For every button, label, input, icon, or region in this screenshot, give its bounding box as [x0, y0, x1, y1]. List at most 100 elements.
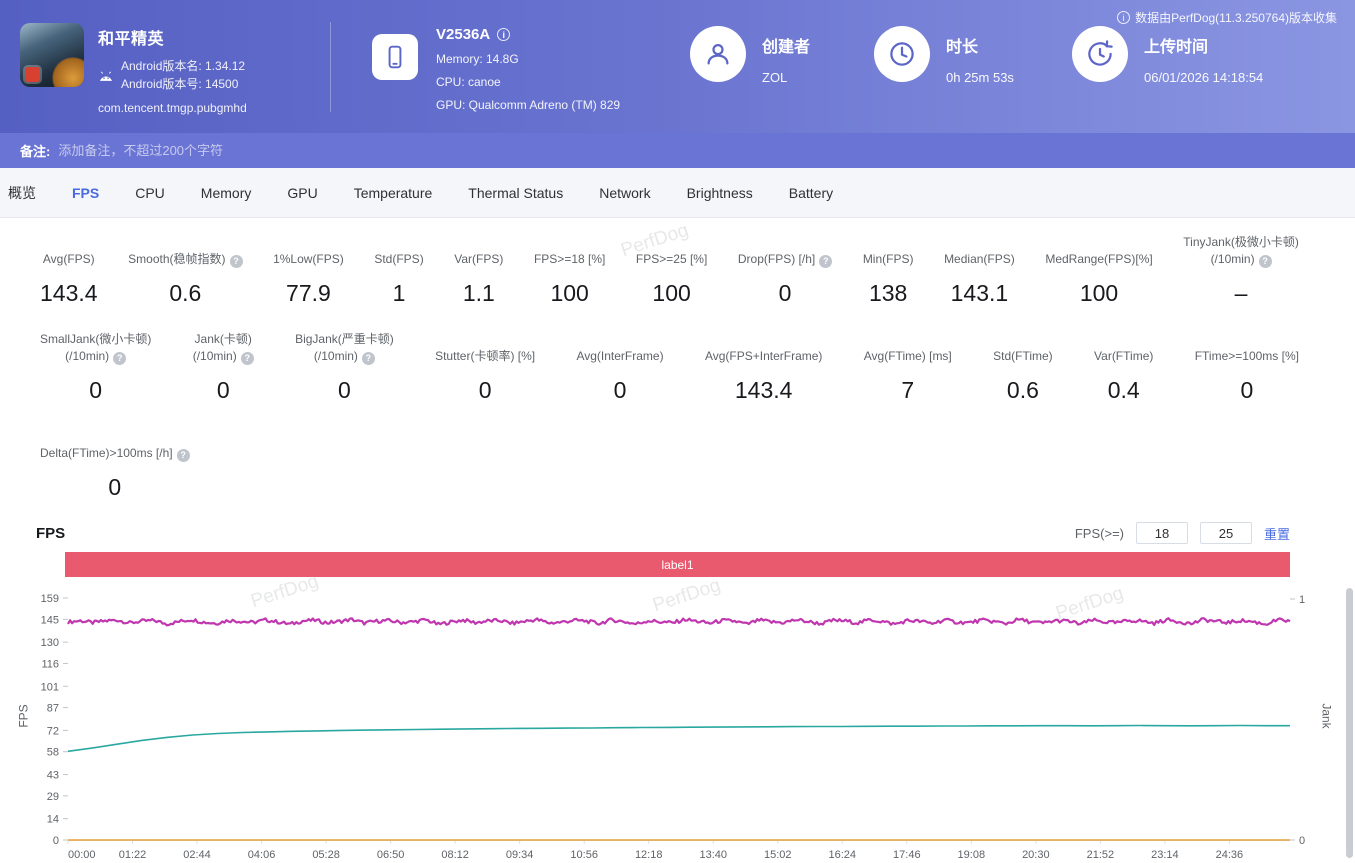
tab-battery[interactable]: Battery	[789, 185, 833, 201]
help-icon[interactable]: ?	[230, 255, 243, 268]
stat-value: 143.4	[40, 280, 98, 307]
fps-chart-area: 15914513011610187725843291401000:0001:22…	[0, 577, 1355, 863]
report-header: i 数据由PerfDog(11.3.250764)版本收集 和平精英 Andro…	[0, 0, 1355, 133]
stat-label: BigJank(严重卡顿)(/10min)?	[295, 331, 394, 365]
history-clock-icon	[1072, 26, 1128, 82]
stat-item: Var(FPS)1.1	[454, 234, 503, 307]
duration-label: 时长	[946, 33, 1014, 57]
device-gpu: GPU: Qualcomm Adreno (TM) 829	[436, 98, 620, 112]
upload-time-value: 06/01/2026 14:18:54	[1144, 70, 1263, 85]
stat-label: MedRange(FPS)[%]	[1045, 234, 1152, 268]
stat-label: FPS>=25 [%]	[636, 234, 707, 268]
stats-panel: Avg(FPS)143.4Smooth(稳帧指数)?0.61%Low(FPS)7…	[0, 218, 1355, 518]
user-icon	[690, 26, 746, 82]
tab-brightness[interactable]: Brightness	[687, 185, 753, 201]
y-tick-label: 101	[41, 681, 59, 693]
y-tick-label: 72	[47, 725, 59, 737]
app-block: 和平精英 Android版本名: 1.34.12 Android版本号: 145…	[20, 23, 247, 115]
stat-item: Jank(卡顿)(/10min)?0	[193, 331, 254, 404]
creator-label: 创建者	[762, 33, 810, 57]
stat-label: Jank(卡顿)(/10min)?	[193, 331, 254, 365]
help-icon[interactable]: ?	[241, 352, 254, 365]
stat-row-2: SmallJank(微小卡顿)(/10min)?0Jank(卡顿)(/10min…	[40, 331, 1299, 404]
x-tick-label: 09:34	[506, 849, 534, 861]
device-info-icon[interactable]: i	[497, 28, 510, 41]
stat-row-1: Avg(FPS)143.4Smooth(稳帧指数)?0.61%Low(FPS)7…	[40, 234, 1299, 307]
x-tick-label: 19:08	[958, 849, 986, 861]
stat-item: Min(FPS) 138	[863, 234, 914, 307]
help-icon[interactable]: ?	[1259, 255, 1272, 268]
stat-value: 7	[901, 377, 914, 404]
creator-block: 创建者 ZOL	[690, 26, 810, 85]
device-model: V2536A	[436, 26, 490, 43]
stat-value: 0	[108, 474, 121, 501]
duration-value: 0h 25m 53s	[946, 70, 1014, 85]
stat-item: Stutter(卡顿率) [%]0	[435, 331, 535, 404]
stat-label: Median(FPS)	[944, 234, 1015, 268]
app-version-code: Android版本号: 14500	[121, 75, 245, 93]
stat-value: 1	[393, 280, 406, 307]
device-block: V2536A i Memory: 14.8G CPU: canoe GPU: Q…	[372, 26, 620, 112]
stat-label: Min(FPS)	[863, 234, 914, 268]
note-input[interactable]	[58, 143, 1335, 158]
stat-item: 1%Low(FPS)77.9	[273, 234, 344, 307]
stat-row-3: Delta(FTime)>100ms [/h]? 0	[40, 428, 1299, 501]
app-info: 和平精英 Android版本名: 1.34.12 Android版本号: 145…	[98, 23, 247, 115]
fps-filter-label: FPS(>=)	[1075, 526, 1124, 541]
stat-item: MedRange(FPS)[%]100	[1045, 234, 1152, 307]
stat-label: Var(FTime)	[1094, 331, 1153, 365]
fps-threshold-input-2[interactable]	[1200, 522, 1252, 544]
x-tick-label: 15:02	[764, 849, 792, 861]
stat-value: 0	[614, 377, 627, 404]
stat-item: Avg(InterFrame) 0	[576, 331, 663, 404]
tab-memory[interactable]: Memory	[201, 185, 252, 201]
stat-item: BigJank(严重卡顿)(/10min)? 0	[295, 331, 394, 404]
help-icon[interactable]: ?	[177, 449, 190, 462]
stat-value: 0	[338, 377, 351, 404]
help-icon[interactable]: ?	[819, 255, 832, 268]
stat-value: 1.1	[463, 280, 495, 307]
stat-label: Smooth(稳帧指数)?	[128, 234, 242, 268]
info-icon[interactable]: i	[1117, 11, 1130, 24]
app-version-name: Android版本名: 1.34.12	[121, 57, 245, 75]
page-scrollbar[interactable]	[1346, 588, 1353, 858]
tab-thermal-status[interactable]: Thermal Status	[468, 185, 563, 201]
tab-cpu[interactable]: CPU	[135, 185, 165, 201]
y-tick-label: 130	[41, 637, 59, 649]
x-tick-label: 01:22	[119, 849, 147, 861]
stat-value: –	[1235, 280, 1248, 307]
stat-value: 0.6	[1007, 377, 1039, 404]
help-icon[interactable]: ?	[113, 352, 126, 365]
tab-cn-0[interactable]: 概览	[8, 183, 36, 203]
tab-gpu[interactable]: GPU	[287, 185, 317, 201]
stat-item: Median(FPS)143.1	[944, 234, 1015, 307]
reset-button[interactable]: 重置	[1264, 524, 1290, 543]
stat-value: 138	[869, 280, 907, 307]
stat-value: 100	[550, 280, 588, 307]
stat-value: 0.4	[1108, 377, 1140, 404]
help-icon[interactable]: ?	[362, 352, 375, 365]
stat-item: Var(FTime) 0.4	[1094, 331, 1153, 404]
stat-label: TinyJank(极微小卡顿)(/10min)?	[1183, 234, 1299, 268]
device-cpu: CPU: canoe	[436, 75, 620, 89]
stat-value: 0.6	[169, 280, 201, 307]
y-tick-label: 87	[47, 703, 59, 715]
series-teal-line	[68, 726, 1290, 752]
stat-value: 0	[779, 280, 792, 307]
app-package: com.tencent.tmgp.pubgmhd	[98, 101, 247, 115]
stat-label: Delta(FTime)>100ms [/h]?	[40, 428, 190, 462]
x-tick-label: 20:30	[1022, 849, 1050, 861]
stat-item: Avg(FTime) [ms]7	[864, 331, 952, 404]
note-bar: 备注:	[0, 133, 1355, 168]
stat-label: Avg(InterFrame)	[576, 331, 663, 365]
y-axis-label-left: FPS	[17, 704, 31, 727]
stat-value: 77.9	[286, 280, 331, 307]
tab-network[interactable]: Network	[599, 185, 650, 201]
upload-time-label: 上传时间	[1144, 33, 1263, 57]
fps-threshold-input-1[interactable]	[1136, 522, 1188, 544]
tab-fps[interactable]: FPS	[72, 185, 99, 201]
x-tick-label: 24:36	[1216, 849, 1244, 861]
y-tick-label: 159	[41, 593, 59, 605]
y-tick-label: 58	[47, 747, 59, 759]
tab-temperature[interactable]: Temperature	[354, 185, 433, 201]
